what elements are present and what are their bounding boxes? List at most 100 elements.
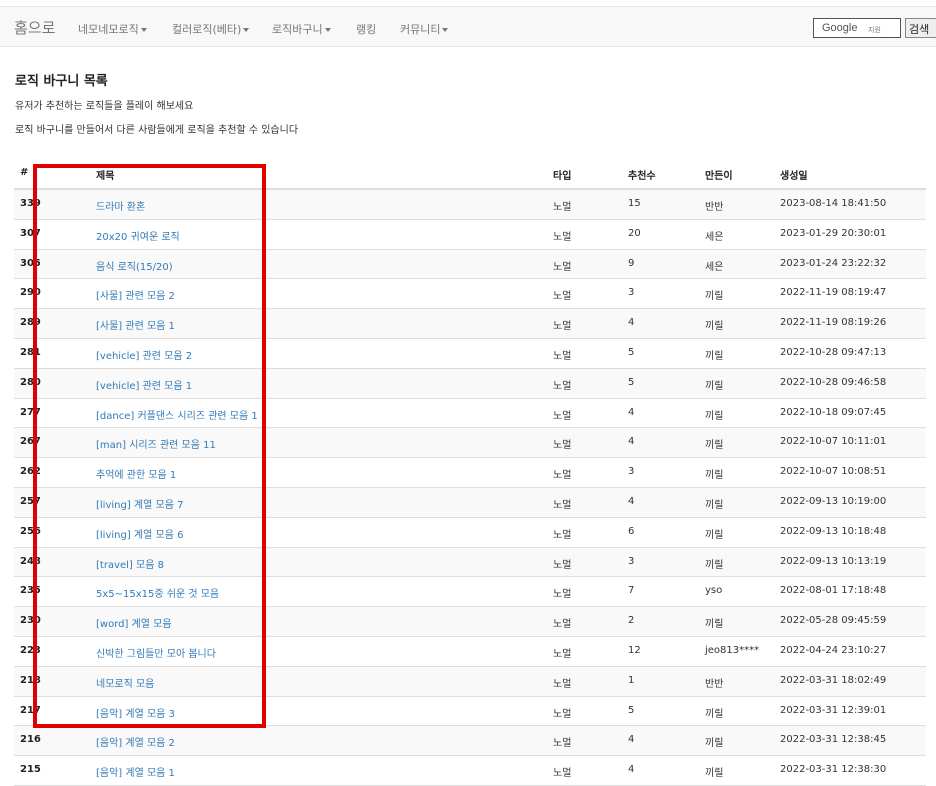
row-title-link[interactable]: [travel] 모음 8	[96, 556, 164, 571]
nav-label: 네모네모로직	[78, 23, 139, 36]
search-button[interactable]: 검색	[905, 18, 936, 38]
row-author: yso	[705, 585, 723, 597]
row-recommend-count: 20	[628, 227, 641, 239]
row-type: 노멀	[553, 499, 572, 511]
nav-label: 랭킹	[356, 23, 377, 36]
row-title-link[interactable]: 신박한 그림들만 모아 봅니다	[96, 645, 216, 660]
table-row: 305 음식 로직(15/20) 노멀 9 세은 2023-01-24 23:22:32	[14, 249, 926, 280]
row-author: jeo813****	[705, 644, 760, 656]
row-type: 노멀	[553, 291, 572, 303]
row-author: 끼릴	[705, 529, 724, 541]
row-id: 267	[20, 436, 41, 448]
row-title-link[interactable]: [living] 계열 모음 7	[96, 496, 183, 511]
row-recommend-count: 12	[628, 644, 641, 656]
row-title-link[interactable]: 네모로직 모음	[96, 675, 154, 690]
row-title-link[interactable]: [living] 계열 모음 6	[96, 526, 183, 541]
row-date: 2023-01-29 20:30:01	[780, 227, 887, 239]
nav-nemo-logic[interactable]: 네모네모로직	[78, 21, 147, 37]
row-recommend-count: 3	[628, 466, 635, 478]
row-type: 노멀	[553, 261, 572, 273]
nav-community[interactable]: 커뮤니티	[400, 21, 449, 37]
row-author: 세은	[705, 231, 724, 243]
row-id: 256	[20, 525, 41, 537]
nav-logic-basket[interactable]: 로직바구니	[272, 21, 331, 37]
header-type: 타입	[553, 171, 572, 182]
row-author: 끼릴	[705, 738, 724, 750]
row-date: 2022-09-13 10:19:00	[780, 495, 887, 507]
row-date: 2022-10-28 09:46:58	[780, 376, 887, 388]
row-author: 끼릴	[705, 440, 724, 452]
nav-label: 커뮤니티	[400, 23, 441, 36]
row-title-link[interactable]: [dance] 커플댄스 시리즈 관련 모음 1	[96, 407, 258, 422]
row-author: 끼릴	[705, 291, 724, 303]
row-type: 노멀	[553, 231, 572, 243]
row-author: 세은	[705, 261, 724, 273]
row-id: 277	[20, 406, 41, 418]
page-title: 로직 바구니 목록	[15, 74, 108, 89]
row-id: 339	[20, 198, 41, 209]
home-link[interactable]: 홈으로	[14, 17, 55, 38]
table-row: 289 [사물] 관련 모음 1 노멀 4 끼릴 2022-11-19 08:19:26	[14, 309, 926, 339]
table-row: 218 네모로직 모음 노멀 1 반반 2022-03-31 18:02:49	[14, 666, 926, 697]
row-author: 끼릴	[705, 380, 724, 392]
row-id: 280	[20, 376, 41, 388]
row-type: 노멀	[553, 708, 572, 720]
row-id: 289	[20, 317, 41, 329]
row-recommend-count: 4	[628, 436, 635, 448]
row-id: 262	[20, 466, 41, 478]
row-title-link[interactable]: [음악] 계열 모음 3	[96, 705, 175, 720]
row-id: 305	[20, 257, 41, 269]
row-title-link[interactable]: 추억에 관한 모음 1	[96, 466, 176, 481]
row-title-link[interactable]: [vehicle] 관련 모음 2	[96, 347, 192, 362]
row-id: 230	[20, 615, 41, 627]
row-type: 노멀	[553, 768, 572, 780]
table-row: 281 [vehicle] 관련 모음 2 노멀 5 끼릴 2022-10-28 09:4…	[14, 339, 926, 369]
row-title-link[interactable]: [사물] 관련 모음 2	[96, 287, 175, 302]
row-title-link[interactable]: [음악] 계열 모음 2	[96, 734, 175, 749]
row-date: 2022-03-31 18:02:49	[780, 674, 887, 686]
table-row: 339 드라마 환혼 노멀 15 반반 2023-08-14 18:41:50	[14, 190, 926, 220]
row-recommend-count: 5	[628, 704, 635, 716]
row-author: 끼릴	[705, 321, 724, 333]
row-title-link[interactable]: [vehicle] 관련 모음 1	[96, 377, 192, 392]
caret-down-icon	[243, 28, 250, 32]
row-title-link[interactable]: [word] 계열 모음	[96, 615, 172, 630]
row-id: 248	[20, 555, 41, 567]
row-type: 노멀	[553, 380, 572, 392]
row-title-link[interactable]: [음악] 계열 모음 1	[96, 764, 175, 779]
nav-label: 컬러로직(베타)	[172, 23, 242, 36]
row-author: 반반	[705, 202, 724, 213]
row-recommend-count: 9	[628, 257, 635, 269]
row-id: 217	[20, 704, 41, 716]
table-row: 215 [음악] 계열 모음 1 노멀 4 끼릴 2022-03-31 12:38:30	[14, 756, 926, 786]
row-title-link[interactable]: 드라마 환혼	[96, 198, 145, 213]
search-input[interactable]: Google 지원	[813, 18, 901, 38]
row-recommend-count: 2	[628, 615, 635, 627]
row-date: 2022-03-31 12:39:01	[780, 704, 887, 716]
row-title-link[interactable]: 5x5~15x15중 쉬운 것 모음	[96, 585, 219, 600]
nav-ranking[interactable]: 랭킹	[356, 21, 376, 37]
navbar: 홈으로 네모네모로직 컬러로직(베타) 로직바구니 랭킹 커뮤니티 Google…	[0, 6, 936, 47]
row-date: 2022-11-19 08:19:26	[780, 317, 887, 329]
row-id: 218	[20, 674, 41, 686]
table-row: 235 5x5~15x15중 쉬운 것 모음 노멀 7 yso 2022-08-01 17…	[14, 577, 926, 608]
row-type: 노멀	[553, 529, 572, 541]
row-recommend-count: 5	[628, 346, 635, 358]
row-date: 2023-01-24 23:22:32	[780, 257, 887, 269]
row-type: 노멀	[553, 410, 572, 422]
row-date: 2022-10-07 10:11:01	[780, 436, 887, 448]
row-type: 노멀	[553, 678, 572, 690]
row-date: 2022-09-13 10:13:19	[780, 555, 887, 567]
row-title-link[interactable]: [사물] 관련 모음 1	[96, 317, 175, 332]
row-title-link[interactable]: [man] 시리즈 관련 모음 11	[96, 436, 216, 451]
table-row: 216 [음악] 계열 모음 2 노멀 4 끼릴 2022-03-31 12:38:45	[14, 726, 926, 757]
row-title-link[interactable]: 음식 로직(15/20)	[96, 258, 173, 273]
row-date: 2022-10-07 10:08:51	[780, 466, 887, 478]
row-author: 끼릴	[705, 708, 724, 720]
row-type: 노멀	[553, 648, 572, 660]
row-recommend-count: 1	[628, 674, 635, 686]
row-title-link[interactable]: 20x20 귀여운 로직	[96, 228, 180, 243]
nav-color-logic[interactable]: 컬러로직(베타)	[172, 21, 250, 37]
table-row: 256 [living] 계열 모음 6 노멀 6 끼릴 2022-09-13 10:18…	[14, 518, 926, 548]
row-recommend-count: 6	[628, 525, 635, 537]
